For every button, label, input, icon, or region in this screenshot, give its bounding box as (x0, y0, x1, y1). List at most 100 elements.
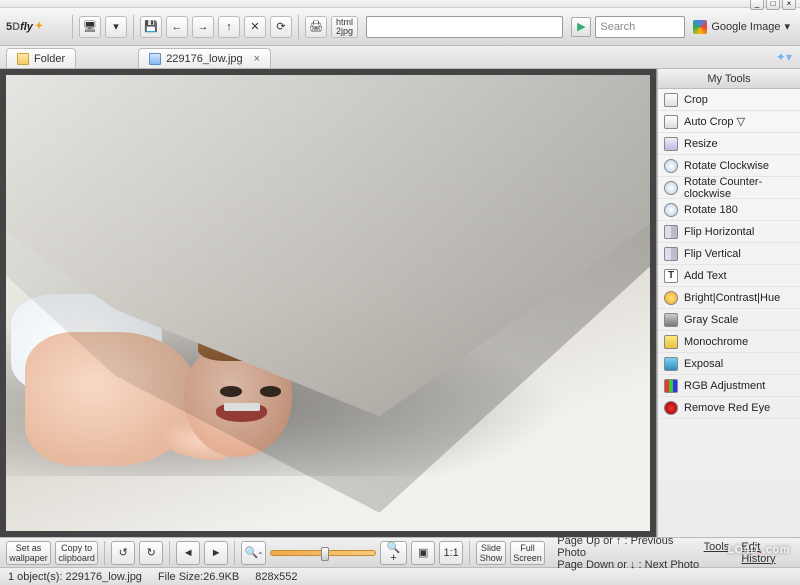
go-button[interactable]: ▶ (571, 17, 591, 37)
flip-icon (664, 225, 678, 239)
tool-resize[interactable]: Resize (658, 133, 800, 155)
monitor-button[interactable]: 🖥 (79, 16, 101, 38)
copy-clipboard-button[interactable]: Copy to clipboard (55, 541, 98, 565)
folder-icon (17, 53, 29, 65)
back-button[interactable]: ← (166, 16, 188, 38)
up-button[interactable]: ↑ (218, 16, 240, 38)
zoom-out-icon: 🔍- (245, 548, 262, 558)
fit-icon: ▣ (418, 548, 428, 558)
app-logo: 5Dfly✦ (6, 13, 66, 41)
tab-image[interactable]: 229176_low.jpg × (138, 48, 271, 68)
tool-rotate-counter-clockwise[interactable]: Rotate Counter-clockwise (658, 177, 800, 199)
tool-gray-scale[interactable]: Gray Scale (658, 309, 800, 331)
tool-remove-red-eye[interactable]: Remove Red Eye (658, 397, 800, 419)
tool-rotate-180[interactable]: Rotate 180 (658, 199, 800, 221)
slider-thumb[interactable] (321, 547, 329, 561)
arrow-right-icon: → (198, 21, 209, 33)
tool-add-text[interactable]: TAdd Text (658, 265, 800, 287)
window-controls: _ □ × (750, 0, 796, 10)
separator (234, 541, 235, 565)
tool-rgb-adjustment[interactable]: RGB Adjustment (658, 375, 800, 397)
zoom-slider[interactable] (270, 550, 376, 556)
tool-crop[interactable]: Crop (658, 89, 800, 111)
print-button[interactable]: 🖨 (305, 16, 327, 38)
fullscreen-button[interactable]: Full Screen (510, 541, 545, 565)
html2jpg-button[interactable]: html 2jpg (331, 16, 358, 38)
search-input[interactable]: Search (595, 16, 685, 38)
tool-label: Add Text (684, 270, 727, 282)
zoom-in-icon: 🔍+ (384, 543, 403, 563)
minimize-button[interactable]: _ (750, 0, 764, 10)
fit-button[interactable]: ▣ (411, 541, 435, 565)
sparkle-icon[interactable]: ✦▾ (776, 50, 792, 64)
status-objects: 1 object(s): 229176_low.jpg (8, 571, 142, 583)
forward-button[interactable]: → (192, 16, 214, 38)
slideshow-button[interactable]: Slide Show (476, 541, 506, 565)
print-icon: 🖨 (309, 20, 323, 33)
tool-label: Rotate Clockwise (684, 160, 769, 172)
prev-button[interactable]: ◄ (176, 541, 200, 565)
next-button[interactable]: ► (204, 541, 228, 565)
tool-label: Flip Horizontal (684, 226, 754, 238)
tab-folder[interactable]: Folder (6, 48, 76, 68)
chevron-down-icon: ▾ (784, 20, 790, 33)
tab-close-button[interactable]: × (254, 53, 260, 65)
tools-panel: My Tools CropAuto Crop ▽ResizeRotate Clo… (657, 69, 800, 537)
tool-label: Crop (684, 94, 708, 106)
rgb-icon (664, 379, 678, 393)
tool-auto-crop-[interactable]: Auto Crop ▽ (658, 111, 800, 133)
tab-bar: Folder 229176_low.jpg × ✦▾ (0, 46, 800, 69)
maximize-button[interactable]: □ (766, 0, 780, 10)
status-filesize: File Size:26.9KB (158, 571, 239, 583)
stop-button[interactable]: ✕ (244, 16, 266, 38)
main-toolbar: 5Dfly✦ 🖥 ▾ 💾 ← → ↑ ✕ ⟳ 🖨 html 2jpg ▶ Sea… (0, 8, 800, 46)
url-input[interactable] (366, 16, 563, 38)
flip-icon (664, 247, 678, 261)
tool-label: Rotate 180 (684, 204, 738, 216)
tool-label: Rotate Counter-clockwise (684, 176, 794, 200)
tab-label: Folder (34, 53, 65, 65)
save-button[interactable]: 💾 (140, 16, 162, 38)
dropdown-button[interactable]: ▾ (105, 16, 127, 38)
separator (298, 15, 299, 39)
tool-rotate-clockwise[interactable]: Rotate Clockwise (658, 155, 800, 177)
tool-flip-horizontal[interactable]: Flip Horizontal (658, 221, 800, 243)
rotate-cw-button[interactable]: ↻ (139, 541, 163, 565)
tool-label: Monochrome (684, 336, 748, 348)
tools-link[interactable]: Tools (704, 541, 730, 565)
titlebar: _ □ × (0, 0, 800, 8)
tool-monochrome[interactable]: Monochrome (658, 331, 800, 353)
close-icon: ✕ (250, 20, 259, 33)
zoom-out-button[interactable]: 🔍- (241, 541, 266, 565)
actual-size-button[interactable]: 1:1 (439, 541, 463, 565)
bright-icon (664, 291, 678, 305)
refresh-button[interactable]: ⟳ (270, 16, 292, 38)
expo-icon (664, 357, 678, 371)
tool-list: Crop Auto Crop ▽ Resize Rotate Clockwise Rot… (658, 89, 800, 537)
tool-label: Resize (684, 138, 718, 150)
save-icon: 💾 (144, 20, 158, 33)
image-viewer[interactable] (0, 69, 657, 537)
tool-label: RGB Adjustment (684, 380, 765, 392)
zoom-in-button[interactable]: 🔍+ (380, 541, 407, 565)
watermark: LO4D..com (727, 540, 790, 556)
crop-icon (664, 93, 678, 107)
set-wallpaper-button[interactable]: Set as wallpaper (6, 541, 51, 565)
arrow-right-icon: ► (211, 548, 222, 558)
rotate-ccw-button[interactable]: ↺ (111, 541, 135, 565)
separator (133, 15, 134, 39)
close-button[interactable]: × (782, 0, 796, 10)
search-engine-selector[interactable]: Google Image ▾ (689, 20, 794, 34)
tool-label: Gray Scale (684, 314, 738, 326)
rotate-icon (664, 203, 678, 217)
rotate-ccw-icon: ↺ (119, 548, 128, 558)
rotate-cw-icon: ↻ (147, 548, 156, 558)
tool-exposal[interactable]: Exposal (658, 353, 800, 375)
arrow-up-icon: ↑ (226, 21, 232, 33)
arrow-left-icon: ◄ (183, 548, 194, 558)
photo-canvas (6, 75, 650, 531)
google-icon (693, 20, 707, 34)
tool-flip-vertical[interactable]: Flip Vertical (658, 243, 800, 265)
image-icon (149, 53, 161, 65)
tool-bright-contrast-hue[interactable]: Bright|Contrast|Hue (658, 287, 800, 309)
